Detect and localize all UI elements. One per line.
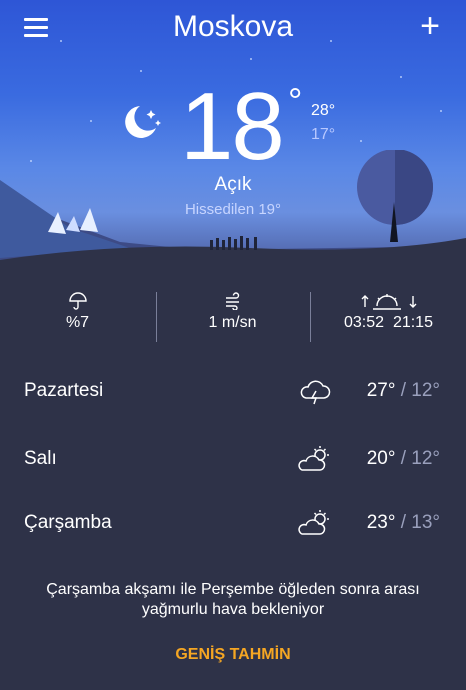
forecast-row[interactable]: Salı 20° / 12° bbox=[0, 430, 466, 490]
precipitation-value: %7 bbox=[65, 314, 90, 331]
forecast-day: Pazartesi bbox=[24, 380, 104, 401]
current-temperature: 18 bbox=[180, 73, 285, 180]
feels-like-label: Hissedilen 19° bbox=[184, 201, 282, 218]
forecast-row[interactable]: Çarşamba 23° / 13° bbox=[0, 494, 466, 554]
forecast-low: 12° bbox=[411, 380, 440, 401]
forecast-temps: 20° / 12° bbox=[367, 448, 440, 470]
forecast-high: 27° bbox=[366, 380, 396, 401]
degree-symbol: ° bbox=[288, 80, 303, 121]
thunderstorm-icon bbox=[300, 380, 331, 405]
forecast-separator: / bbox=[395, 512, 412, 533]
condition-label: Açık bbox=[214, 174, 252, 195]
city-title[interactable]: Moskova bbox=[0, 10, 466, 44]
partly-cloudy-icon bbox=[298, 446, 329, 471]
umbrella-icon bbox=[0, 292, 155, 314]
sunset-time: 21:15 bbox=[392, 314, 433, 331]
forecast-row[interactable]: Pazartesi 27° / 12° bbox=[0, 362, 466, 422]
forecast-high: 20° bbox=[366, 448, 396, 469]
precipitation-stat: %7 bbox=[0, 292, 155, 332]
stats-divider bbox=[156, 292, 157, 342]
sun-stat: 03:52 21:15 bbox=[311, 292, 466, 332]
partly-cloudy-icon bbox=[298, 510, 329, 535]
forecast-temps: 27° / 12° bbox=[367, 380, 440, 402]
current-stats: %7 1 m/sn 03:52 21:15 bbox=[0, 272, 466, 362]
forecast-day: Salı bbox=[24, 448, 57, 469]
sunrise-time: 03:52 bbox=[344, 314, 385, 331]
wind-value: 1 m/sn bbox=[208, 314, 257, 331]
forecast-separator: / bbox=[395, 448, 412, 469]
moon-stars-icon bbox=[125, 106, 161, 138]
forecast-separator: / bbox=[395, 380, 412, 401]
forecast-day: Çarşamba bbox=[24, 512, 112, 533]
extended-forecast-button[interactable]: GENİŞ TAHMİN bbox=[0, 646, 466, 664]
wind-icon bbox=[155, 292, 310, 314]
weather-hero: Moskova + 18 ° 28° 17° Açık Hissedilen 1… bbox=[0, 0, 466, 272]
today-high: 28° bbox=[311, 102, 336, 119]
forecast-high: 23° bbox=[366, 512, 396, 533]
today-low: 17° bbox=[311, 126, 336, 143]
forecast-low: 13° bbox=[411, 512, 440, 533]
wind-stat: 1 m/sn bbox=[155, 292, 310, 332]
forecast-note: Çarşamba akşamı ile Perşembe öğleden son… bbox=[46, 581, 420, 618]
sun-times: 03:52 21:15 bbox=[311, 314, 466, 332]
forecast-temps: 23° / 13° bbox=[367, 512, 440, 534]
forecast-low: 12° bbox=[411, 448, 440, 469]
plus-icon[interactable]: + bbox=[420, 8, 440, 44]
stats-divider bbox=[310, 292, 311, 342]
sunrise-sunset-icon bbox=[311, 292, 466, 314]
